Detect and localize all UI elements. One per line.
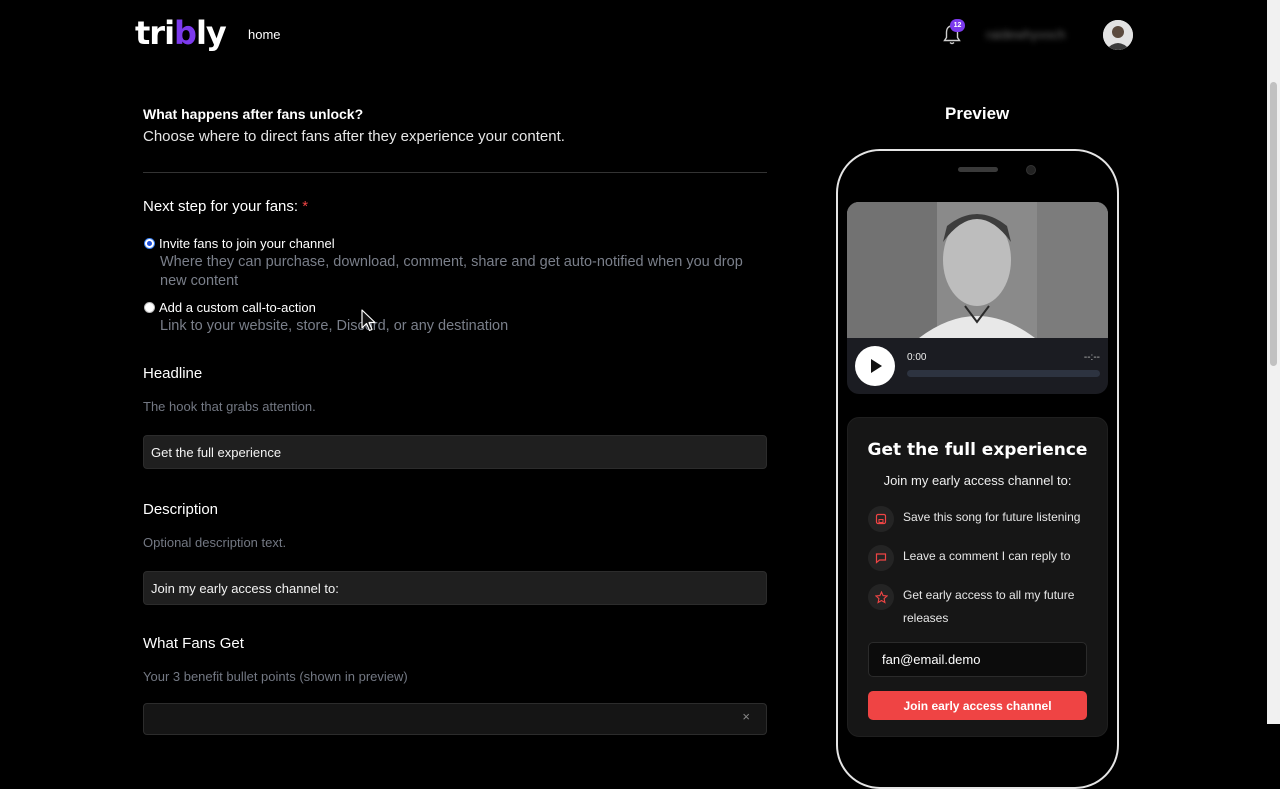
logo-text-post: ly [195, 14, 227, 52]
logo-text-b: b [174, 14, 197, 52]
description-hint: Optional description text. [143, 535, 287, 550]
preview-title: Preview [945, 104, 1010, 123]
section-heading: What happens after fans unlock? [143, 106, 364, 122]
username[interactable]: raidewhyvoch [986, 27, 1066, 42]
nav-home-link[interactable]: home [248, 27, 281, 42]
phone-camera [1026, 165, 1036, 175]
next-step-label-text: Next step for your fans: [143, 198, 299, 215]
section-subheading: Choose where to direct fans after they e… [143, 128, 565, 145]
radio-join-channel[interactable] [144, 238, 155, 249]
option-join-channel[interactable]: Invite fans to join your channel [143, 236, 767, 251]
headline-title: Headline [143, 365, 203, 382]
scrollbar-thumb[interactable] [1270, 82, 1277, 366]
save-icon [868, 506, 894, 532]
next-step-label: Next step for your fans: * [143, 198, 767, 215]
benefit-input-1[interactable]: × [143, 703, 767, 735]
benefit-text: Get early access to all my future releas… [903, 588, 1075, 625]
description-title: Description [143, 501, 219, 518]
preview-card [847, 417, 1108, 737]
benefit-text: Save this song for future listening [903, 510, 1081, 524]
avatar[interactable] [1103, 20, 1133, 50]
option-custom-cta-desc: Link to your website, store, Discord, or… [160, 318, 509, 334]
benefit-item: Save this song for future listening [868, 506, 1090, 532]
audio-player: 0:00 --:-- [847, 202, 1108, 394]
logo[interactable]: tribly [135, 14, 227, 52]
option-custom-cta-label: Add a custom call-to-action [159, 300, 316, 315]
headline-hint: The hook that grabs attention. [143, 399, 316, 414]
preview-card-headline: Get the full experience [867, 440, 1088, 460]
required-mark: * [302, 198, 309, 215]
avatar-image [1103, 20, 1133, 50]
artist-photo [847, 202, 1108, 338]
headline-input[interactable] [143, 435, 767, 469]
benefit-item: Leave a comment I can reply to [868, 545, 1090, 571]
progress-track[interactable] [907, 370, 1100, 377]
benefits-hint: Your 3 benefit bullet points (shown in p… [143, 669, 408, 684]
radio-custom-cta[interactable] [144, 302, 155, 313]
email-field[interactable] [868, 642, 1087, 677]
benefits-title: What Fans Get [143, 635, 244, 652]
benefit-item: Get early access to all my future releas… [868, 584, 1090, 630]
logo-text-pre: tri [135, 14, 175, 52]
comment-icon [868, 545, 894, 571]
time-current: 0:00 [907, 352, 927, 363]
notification-badge: 12 [950, 19, 965, 32]
star-icon [868, 584, 894, 610]
scrollbar[interactable] [1267, 0, 1280, 724]
description-input[interactable] [143, 571, 767, 605]
phone-speaker [958, 167, 998, 172]
preview-card-sub: Join my early access channel to: [883, 473, 1072, 488]
mouse-cursor-icon [361, 309, 376, 332]
time-total: --:-- [1083, 352, 1100, 363]
divider [143, 172, 767, 173]
option-custom-cta[interactable]: Add a custom call-to-action [143, 300, 767, 315]
option-join-channel-desc: Where they can purchase, download, comme… [160, 254, 743, 289]
unlock-settings-form: What happens after fans unlock? Choose w… [143, 106, 767, 735]
option-join-channel-label: Invite fans to join your channel [159, 236, 335, 251]
benefit-text: Leave a comment I can reply to [903, 549, 1071, 563]
close-icon[interactable]: × [742, 709, 750, 724]
join-channel-button[interactable]: Join early access channel [868, 691, 1087, 720]
play-button[interactable] [855, 346, 895, 386]
